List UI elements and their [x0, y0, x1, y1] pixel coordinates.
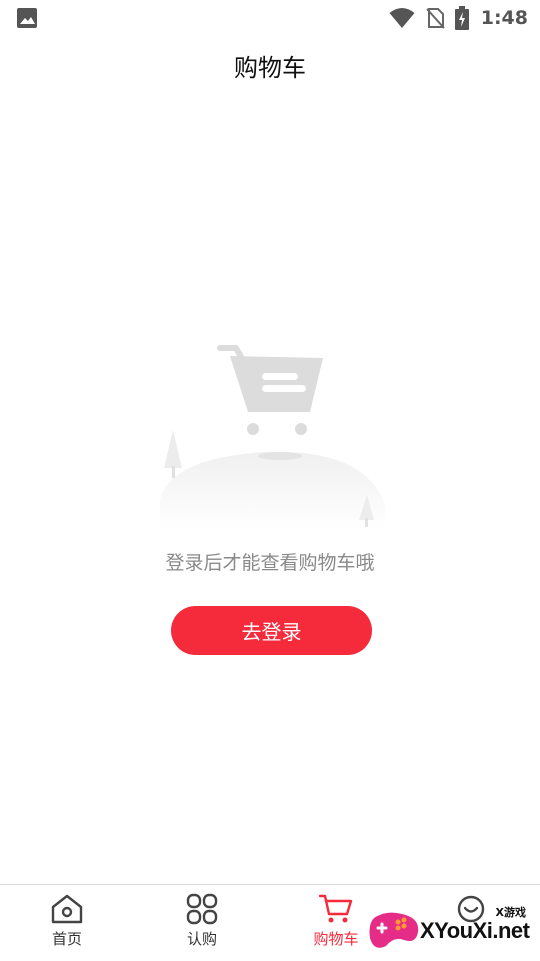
empty-cart-illustration — [160, 345, 385, 530]
tab-home[interactable]: 首页 — [27, 893, 107, 957]
page-header: 购物车 — [0, 44, 540, 92]
grid-icon — [186, 893, 218, 925]
tab-home-label: 首页 — [51, 930, 82, 948]
cart-icon — [318, 894, 353, 923]
page-title: 购物车 — [234, 54, 306, 82]
watermark-brand: XYouXi.net — [420, 918, 530, 943]
login-button[interactable]: 去登录 — [171, 606, 372, 655]
status-bar: 1:48 — [0, 0, 540, 36]
watermark: X游戏 XYouXi.net — [366, 892, 538, 958]
wifi-icon — [389, 8, 415, 28]
image-notification-icon — [17, 8, 37, 28]
tab-subscribe[interactable]: 认购 — [162, 893, 242, 957]
tab-subscribe-label: 认购 — [186, 930, 217, 948]
gamepad-logo-icon — [369, 912, 419, 948]
clock: 1:48 — [480, 7, 528, 29]
tab-cart-label: 购物车 — [313, 930, 359, 948]
no-sim-icon — [425, 8, 445, 29]
home-icon — [51, 894, 83, 924]
tab-cart[interactable]: 购物车 — [296, 893, 376, 957]
empty-cart-message: 登录后才能查看购物车哦 — [165, 552, 375, 574]
battery-charging-icon — [454, 6, 469, 30]
